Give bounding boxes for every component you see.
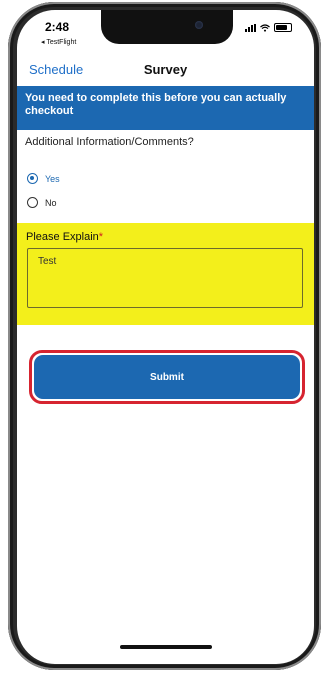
explain-section: Please Explain* Test [17, 223, 314, 325]
screen: 2:48 ◂ TestFlight Schedule Survey You ne… [17, 10, 314, 664]
wifi-icon [260, 23, 270, 32]
radio-selected-icon[interactable] [27, 173, 38, 184]
notch [101, 10, 233, 44]
back-to-testflight[interactable]: ◂ TestFlight [41, 38, 76, 46]
radio-unselected-icon[interactable] [27, 197, 38, 208]
status-time: 2:48 [45, 20, 70, 34]
option-yes-label: Yes [45, 173, 60, 184]
explain-textarea[interactable]: Test [27, 248, 303, 308]
required-asterisk: * [98, 231, 104, 243]
option-no-label: No [45, 197, 57, 208]
page-title: Survey [143, 62, 188, 77]
option-yes[interactable]: Yes [27, 173, 60, 184]
explain-label: Please Explain* [26, 231, 104, 243]
question-label: Additional Information/Comments? [25, 136, 194, 148]
nav-bar: Schedule Survey [17, 56, 314, 84]
signal-icon [245, 23, 256, 32]
info-banner: You need to complete this before you can… [17, 86, 314, 130]
camera-icon [195, 21, 203, 29]
status-icons [245, 23, 292, 32]
submit-button[interactable]: Submit [34, 355, 300, 399]
option-no[interactable]: No [27, 197, 57, 208]
battery-icon [274, 23, 292, 32]
home-indicator[interactable] [120, 645, 212, 649]
